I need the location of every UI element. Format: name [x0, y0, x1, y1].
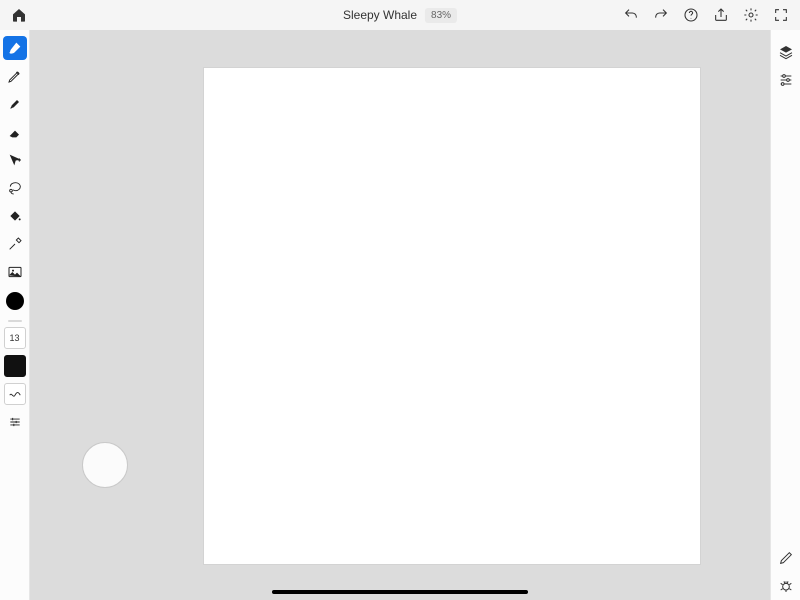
- layers-icon: [778, 44, 794, 60]
- wave-icon: [8, 387, 22, 401]
- image-icon: [7, 264, 23, 280]
- brush-settings-box[interactable]: [4, 411, 26, 433]
- right-toolbar: [770, 30, 800, 600]
- fill-tool[interactable]: [3, 204, 27, 228]
- fullscreen-button[interactable]: [768, 2, 794, 28]
- redo-button[interactable]: [648, 2, 674, 28]
- undo-button[interactable]: [618, 2, 644, 28]
- layers-panel-button[interactable]: [774, 40, 798, 64]
- left-toolbar: 13: [0, 30, 30, 600]
- lasso-tool[interactable]: [3, 176, 27, 200]
- lasso-icon: [7, 180, 23, 196]
- main-area: 13: [0, 30, 800, 600]
- move-tool[interactable]: [3, 148, 27, 172]
- ink-tool[interactable]: [3, 92, 27, 116]
- edit-button[interactable]: [774, 546, 798, 570]
- touch-puck[interactable]: [82, 442, 128, 488]
- help-button[interactable]: [678, 2, 704, 28]
- help-icon: [683, 7, 699, 23]
- eraser-icon: [7, 124, 23, 140]
- adjustments-panel-button[interactable]: [774, 68, 798, 92]
- brush-tool[interactable]: [3, 36, 27, 60]
- canvas[interactable]: [204, 68, 700, 564]
- sliders-stack-icon: [8, 415, 22, 429]
- settings-button[interactable]: [738, 2, 764, 28]
- move-icon: [7, 152, 23, 168]
- debug-button[interactable]: [774, 574, 798, 598]
- share-icon: [713, 7, 729, 23]
- brush-stroke-color-box[interactable]: [4, 355, 26, 377]
- brush-icon: [7, 40, 23, 56]
- eyedropper-tool[interactable]: [3, 232, 27, 256]
- undo-icon: [623, 7, 639, 23]
- top-bar: Sleepy Whale 83%: [0, 0, 800, 30]
- canvas-area[interactable]: [30, 30, 770, 600]
- share-button[interactable]: [708, 2, 734, 28]
- color-swatch[interactable]: [6, 292, 24, 310]
- toolbar-divider: [8, 320, 22, 322]
- eraser-tool[interactable]: [3, 120, 27, 144]
- pencil-tool[interactable]: [3, 64, 27, 88]
- home-icon: [11, 7, 27, 23]
- redo-icon: [653, 7, 669, 23]
- pencil-outline-icon: [778, 550, 794, 566]
- brush-size-box[interactable]: 13: [4, 327, 26, 349]
- expand-icon: [773, 7, 789, 23]
- home-indicator: [272, 590, 528, 594]
- sliders-icon: [778, 72, 794, 88]
- bug-icon: [778, 578, 794, 594]
- image-tool[interactable]: [3, 260, 27, 284]
- ink-brush-icon: [7, 96, 23, 112]
- gear-icon: [743, 7, 759, 23]
- zoom-level-badge[interactable]: 83%: [425, 8, 457, 23]
- eyedropper-icon: [7, 236, 23, 252]
- pencil-icon: [7, 68, 23, 84]
- home-button[interactable]: [6, 2, 32, 28]
- smoothing-box[interactable]: [4, 383, 26, 405]
- bucket-icon: [7, 208, 23, 224]
- document-title: Sleepy Whale: [343, 8, 417, 22]
